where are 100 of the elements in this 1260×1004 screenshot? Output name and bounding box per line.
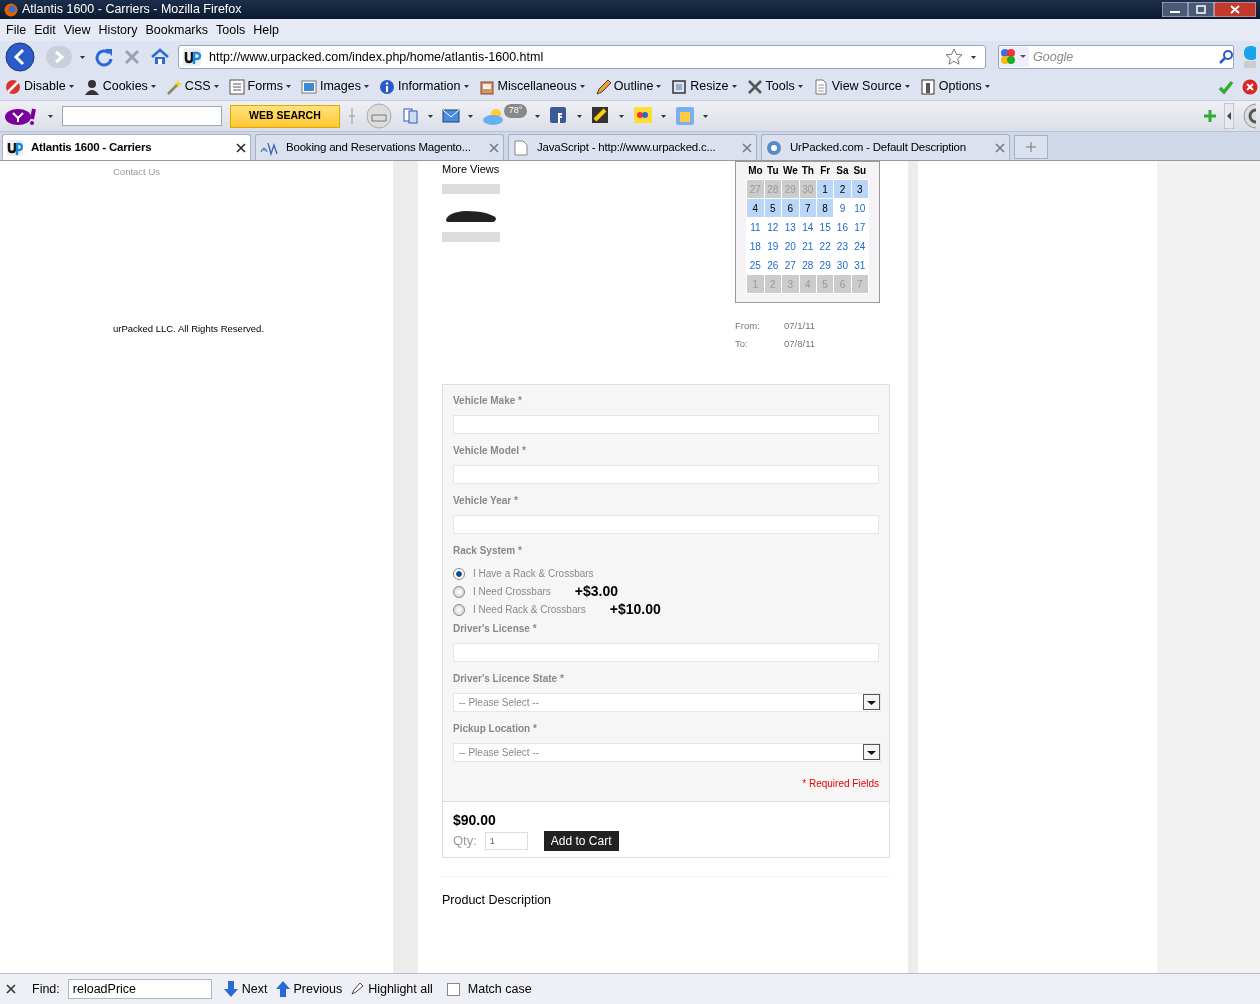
menu-item[interactable]: File	[4, 20, 33, 40]
calendar-day[interactable]: 7	[799, 198, 817, 218]
weekday-label: We	[781, 162, 800, 180]
weekday-label: Tu	[764, 162, 782, 180]
toolbar-menu-button[interactable]: Outline	[591, 77, 665, 96]
caret-icon	[656, 84, 662, 89]
toolbar-menu-button[interactable]: Cookies	[80, 77, 159, 96]
search-field[interactable]: Google	[998, 45, 1234, 69]
toolbar-menu-button[interactable]: Miscellaneous	[475, 77, 588, 96]
toolbar-menu-button[interactable]: Images	[298, 77, 372, 96]
firefox-icon	[4, 2, 18, 17]
browser-tab[interactable]: Booking and Reservations Magento...	[255, 133, 504, 161]
menu-item[interactable]: Help	[251, 20, 285, 40]
error-icon[interactable]	[1242, 78, 1258, 95]
toolbar-menu-button[interactable]: Information	[376, 77, 472, 96]
maximize-button[interactable]	[1188, 2, 1214, 17]
checkbox-label[interactable]: Match case	[467, 979, 532, 999]
dropdown-icon[interactable]	[661, 113, 668, 119]
back-button[interactable]	[4, 42, 38, 72]
field-label: Vehicle Make *	[453, 394, 523, 407]
find-field[interactable]: reloadPrice	[67, 979, 212, 999]
toolbar-icon	[228, 78, 245, 95]
add-icon[interactable]	[1204, 110, 1216, 122]
toolbar-icon	[379, 78, 395, 95]
toolbar-menu-button[interactable]: Forms	[225, 77, 294, 96]
menu-item[interactable]: History	[96, 20, 144, 40]
radio-button[interactable]	[453, 585, 465, 598]
minimize-button[interactable]	[1162, 2, 1188, 17]
dropdown-icon[interactable]	[971, 54, 977, 60]
dropdown-icon[interactable]	[467, 113, 474, 119]
quantity-field[interactable]: 1	[484, 831, 528, 850]
web-search-button[interactable]: WEB SEARCH	[230, 104, 340, 128]
close-icon[interactable]	[6, 984, 16, 994]
search-field[interactable]	[62, 106, 222, 126]
history-dropdown-icon[interactable]	[80, 54, 86, 60]
down-arrow-icon	[223, 981, 238, 997]
input-field[interactable]	[453, 414, 879, 434]
menu-item[interactable]: Bookmarks	[143, 20, 214, 40]
input-field[interactable]	[453, 642, 879, 662]
search-engine-icon[interactable]	[999, 47, 1029, 67]
cloud-icon[interactable]	[481, 107, 506, 125]
option-label[interactable]: I Need Crossbars	[473, 584, 551, 599]
select-field[interactable]: -- Please Select --	[453, 742, 881, 762]
input-field[interactable]	[453, 514, 879, 534]
toolbar-icon	[83, 78, 100, 95]
check-icon[interactable]	[1218, 78, 1234, 95]
caret-icon	[68, 84, 74, 89]
bookmark-star-icon[interactable]	[945, 48, 963, 66]
toolbar-menu-button[interactable]: Resize	[668, 77, 740, 96]
close-button[interactable]	[1214, 2, 1256, 17]
footer-link[interactable]: Contact Us	[113, 165, 160, 180]
toolbar-icon[interactable]	[633, 106, 654, 126]
dropdown-icon[interactable]	[427, 113, 434, 119]
browser-tab[interactable]: Atlantis 1600 - Carriers	[2, 133, 251, 161]
dropdown-icon[interactable]	[48, 113, 54, 119]
field-label: Driver's License *	[453, 622, 538, 635]
dropdown-icon[interactable]	[535, 113, 542, 119]
price-text: $90.00	[453, 810, 497, 830]
radio-button[interactable]	[453, 603, 465, 616]
toolbar-menu-button[interactable]: Tools	[743, 77, 806, 96]
browser-tab[interactable]: UrPacked.com - Default Description	[761, 133, 1010, 161]
browser-tab[interactable]: JavaScript - http://www.urpacked.c...	[508, 133, 757, 161]
option-label[interactable]: I Need Rack & Crossbars	[473, 602, 586, 617]
dropdown-icon[interactable]	[703, 113, 710, 119]
dropdown-icon[interactable]	[577, 113, 584, 119]
weekday-label: Sa	[833, 162, 852, 180]
field-label: Vehicle Year *	[453, 494, 519, 507]
input-field[interactable]	[453, 464, 879, 484]
tab-icon	[7, 139, 23, 156]
add-to-cart-button[interactable]: Add to Cart	[543, 830, 619, 851]
menu-item[interactable]: View	[61, 20, 97, 40]
field-label: Vehicle Model *	[453, 444, 527, 457]
find-next-button[interactable]: Next	[223, 979, 268, 999]
toolbar-icon[interactable]	[441, 107, 460, 125]
select-field[interactable]: -- Please Select --	[453, 692, 881, 712]
close-icon[interactable]	[236, 142, 246, 153]
menu-item[interactable]: Tools	[214, 20, 252, 40]
dropdown-icon[interactable]	[619, 113, 626, 119]
radio-button[interactable]	[453, 567, 465, 580]
checkbox[interactable]	[446, 982, 460, 996]
caret-icon	[150, 84, 156, 89]
tab-icon	[513, 139, 529, 156]
toolbar-menu-button[interactable]: Options	[916, 77, 993, 96]
date-value: 07/8/11	[784, 337, 815, 352]
toolbar-menu-button[interactable]: Disable	[2, 77, 77, 96]
toolbar-menu-button[interactable]: CSS	[162, 77, 222, 96]
address-field[interactable]: http://www.urpacked.com/index.php/home/atlantis-1600.html	[178, 45, 986, 69]
search-icon[interactable]	[1219, 50, 1233, 64]
calendar-day[interactable]: 21	[799, 236, 817, 256]
reload-icon[interactable]	[94, 47, 114, 67]
scroll-left-icon[interactable]	[1224, 103, 1234, 129]
weekday-label: Fr	[816, 162, 834, 180]
option-label[interactable]: I Have a Rack & Crossbars	[473, 566, 594, 581]
highlight-all-button[interactable]: Highlight all	[350, 979, 433, 999]
toolbar-menu-button[interactable]: View Source	[809, 77, 913, 96]
tab-title: Atlantis 1600 - Carriers	[31, 139, 153, 155]
menu-item[interactable]: Edit	[32, 20, 62, 40]
find-previous-button[interactable]: Previous	[275, 979, 343, 999]
up-arrow-icon	[275, 981, 290, 997]
home-icon[interactable]	[150, 47, 170, 67]
